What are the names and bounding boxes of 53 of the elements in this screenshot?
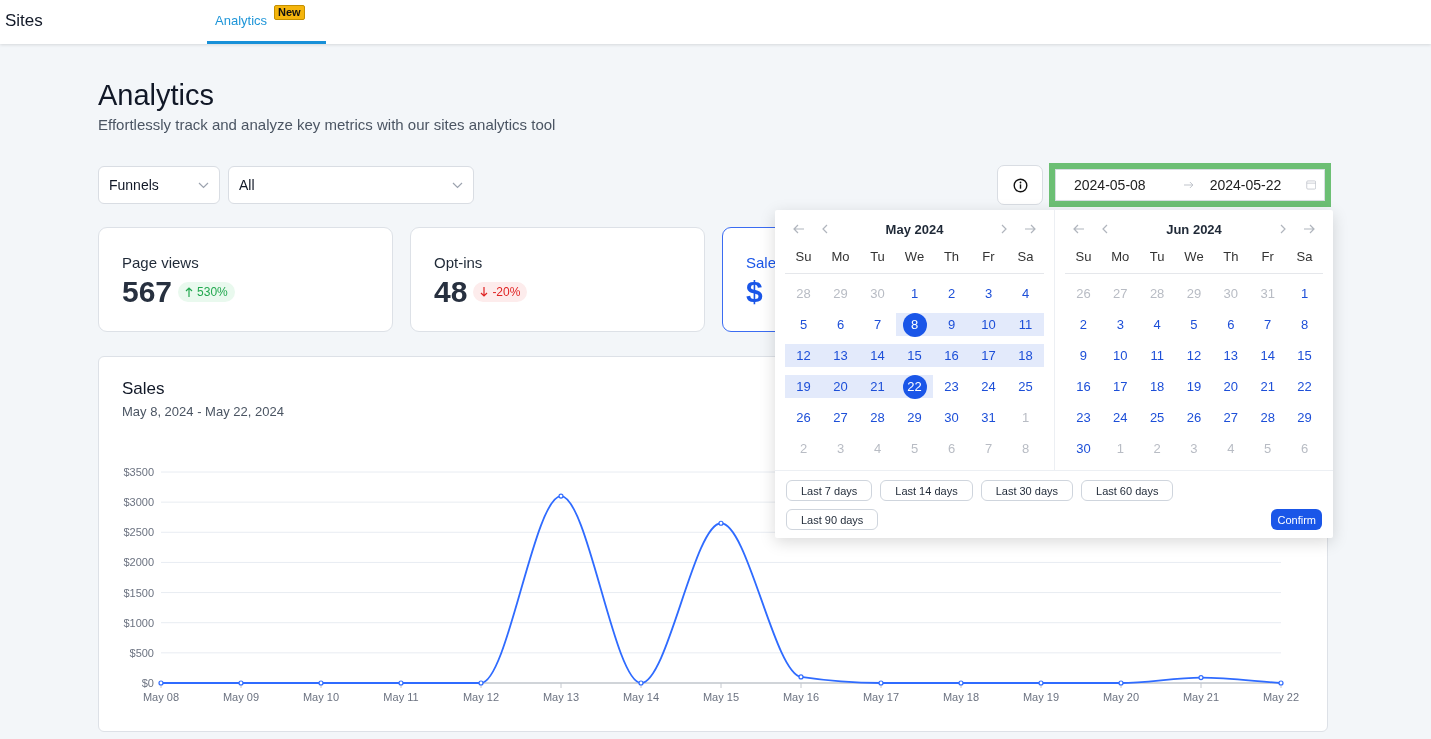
weekday-label: Mo — [1111, 249, 1130, 264]
weekday-label: Su — [1075, 249, 1092, 264]
weekday-label: We — [1184, 249, 1204, 264]
weekday-label: Sa — [1296, 249, 1313, 264]
month-title: Jun 2024 — [1165, 221, 1223, 237]
x-axis-label: May 12 — [462, 691, 500, 703]
x-axis-label: May 13 — [542, 691, 580, 703]
chart-title: Sales — [122, 379, 165, 399]
metric-value: $ — [746, 275, 763, 309]
y-axis-label: $0 — [141, 677, 154, 689]
y-axis-label: $1000 — [123, 616, 154, 629]
metric-value: 48 — [434, 275, 468, 309]
weekday-label: Tu — [870, 249, 885, 264]
page-title: Analytics — [98, 78, 216, 112]
x-axis-label: May 21 — [1182, 691, 1220, 703]
x-axis-label: May 14 — [622, 691, 660, 703]
x-axis-label: May 20 — [1102, 691, 1140, 703]
weekday-label: Fr — [1261, 249, 1274, 264]
weekday-label: Th — [1223, 249, 1239, 264]
x-axis-label: May 16 — [782, 691, 820, 703]
y-axis-label: $2000 — [123, 556, 154, 569]
y-axis-label: $500 — [129, 646, 154, 659]
x-axis-label: May 10 — [302, 691, 340, 703]
x-axis-label: May 08 — [142, 691, 180, 703]
weekday-label: We — [904, 249, 925, 264]
x-axis-label: May 15 — [702, 691, 740, 703]
weekday-label: Th — [943, 249, 960, 264]
change-badge: 530% — [178, 282, 235, 302]
metric-value: 567 — [122, 275, 173, 309]
weekday-label: Mo — [831, 249, 850, 264]
x-axis-label: May 09 — [222, 691, 260, 703]
metric-label: Page views — [122, 254, 199, 271]
metric-label: Opt-ins — [434, 254, 483, 271]
y-axis-label: $3500 — [123, 466, 154, 478]
weekday-label: Tu — [1149, 249, 1165, 264]
weekday-label: Su — [795, 249, 812, 264]
change-badge: -20% — [473, 282, 528, 302]
y-axis-label: $1500 — [123, 586, 154, 599]
site-title: Sites — [4, 10, 44, 32]
weekday-label: Sa — [1017, 249, 1034, 264]
x-axis-label: May 18 — [942, 691, 980, 703]
x-axis-label: May 19 — [1022, 691, 1060, 703]
y-axis-label: $2500 — [123, 526, 154, 539]
new-badge: New — [274, 5, 305, 20]
y-axis-label: $3000 — [123, 496, 154, 509]
weekday-label: Fr — [982, 249, 995, 264]
month-title: May 2024 — [884, 221, 945, 237]
page-subtitle: Effortlessly track and analyze key metrics with our sites analytics tool — [98, 116, 557, 133]
chart-subtitle: May 8, 2024 - May 22, 2024 — [122, 404, 284, 419]
x-axis-label: May 22 — [1262, 691, 1300, 703]
x-axis-label: May 17 — [862, 691, 900, 703]
metric-label: Sale — [746, 254, 777, 271]
x-axis-label: May 11 — [383, 691, 419, 703]
